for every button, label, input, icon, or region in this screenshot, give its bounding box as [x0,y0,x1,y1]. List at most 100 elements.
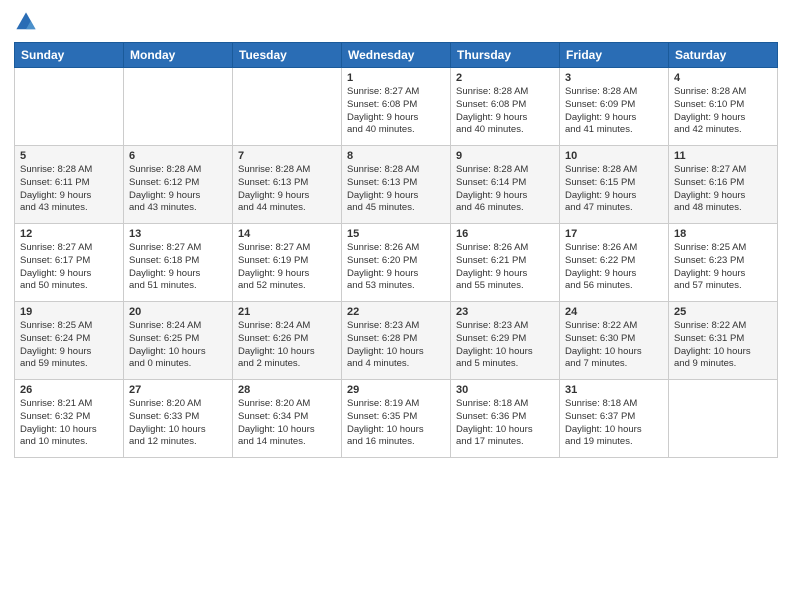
day-number: 27 [129,384,227,396]
day-info: Sunrise: 8:23 AM Sunset: 6:28 PM Dayligh… [347,320,445,371]
day-info: Sunrise: 8:25 AM Sunset: 6:24 PM Dayligh… [20,320,118,371]
day-number: 8 [347,150,445,162]
weekday-header-thursday: Thursday [451,43,560,68]
day-number: 2 [456,72,554,84]
calendar-cell: 14 Sunrise: 8:27 AM Sunset: 6:19 PM Dayli… [233,224,342,302]
calendar-cell: 10 Sunrise: 8:28 AM Sunset: 6:15 PM Dayli… [560,146,669,224]
calendar-cell: 1 Sunrise: 8:27 AM Sunset: 6:08 PM Daylig… [342,68,451,146]
calendar: SundayMondayTuesdayWednesdayThursdayFrid… [14,42,778,458]
day-info: Sunrise: 8:26 AM Sunset: 6:21 PM Dayligh… [456,242,554,293]
day-number: 21 [238,306,336,318]
calendar-cell: 15 Sunrise: 8:26 AM Sunset: 6:20 PM Dayli… [342,224,451,302]
day-number: 30 [456,384,554,396]
calendar-cell: 22 Sunrise: 8:23 AM Sunset: 6:28 PM Dayli… [342,302,451,380]
day-info: Sunrise: 8:28 AM Sunset: 6:14 PM Dayligh… [456,164,554,215]
logo-icon [14,10,38,34]
day-info: Sunrise: 8:28 AM Sunset: 6:10 PM Dayligh… [674,86,772,137]
day-number: 26 [20,384,118,396]
calendar-cell: 6Sunrise: 8:28 AM Sunset: 6:12 PM Daylig… [124,146,233,224]
calendar-cell: 20 Sunrise: 8:24 AM Sunset: 6:25 PM Dayli… [124,302,233,380]
day-info: Sunrise: 8:26 AM Sunset: 6:20 PM Dayligh… [347,242,445,293]
calendar-cell [124,68,233,146]
day-number: 20 [129,306,227,318]
calendar-cell: 5 Sunrise: 8:28 AM Sunset: 6:11 PM Daylig… [15,146,124,224]
day-info: Sunrise: 8:28 AM Sunset: 6:13 PM Dayligh… [238,164,336,215]
day-number: 1 [347,72,445,84]
calendar-cell: 9Sunrise: 8:28 AM Sunset: 6:14 PM Daylig… [451,146,560,224]
day-number: 19 [20,306,118,318]
calendar-week-4: 19 Sunrise: 8:25 AM Sunset: 6:24 PM Dayli… [15,302,778,380]
day-info: Sunrise: 8:21 AM Sunset: 6:32 PM Dayligh… [20,398,118,449]
calendar-week-5: 26 Sunrise: 8:21 AM Sunset: 6:32 PM Dayli… [15,380,778,458]
calendar-cell: 27 Sunrise: 8:20 AM Sunset: 6:33 PM Dayli… [124,380,233,458]
day-info: Sunrise: 8:23 AM Sunset: 6:29 PM Dayligh… [456,320,554,371]
day-number: 29 [347,384,445,396]
calendar-cell: 28 Sunrise: 8:20 AM Sunset: 6:34 PM Dayli… [233,380,342,458]
day-info: Sunrise: 8:20 AM Sunset: 6:33 PM Dayligh… [129,398,227,449]
day-info: Sunrise: 8:27 AM Sunset: 6:08 PM Dayligh… [347,86,445,137]
calendar-cell: 29 Sunrise: 8:19 AM Sunset: 6:35 PM Dayli… [342,380,451,458]
calendar-cell: 2 Sunrise: 8:28 AM Sunset: 6:08 PM Daylig… [451,68,560,146]
day-info: Sunrise: 8:28 AM Sunset: 6:15 PM Dayligh… [565,164,663,215]
day-number: 22 [347,306,445,318]
day-number: 16 [456,228,554,240]
weekday-header-sunday: Sunday [15,43,124,68]
day-number: 6 [129,150,227,162]
calendar-cell: 7Sunrise: 8:28 AM Sunset: 6:13 PM Daylig… [233,146,342,224]
calendar-week-3: 12 Sunrise: 8:27 AM Sunset: 6:17 PM Dayli… [15,224,778,302]
calendar-cell: 31 Sunrise: 8:18 AM Sunset: 6:37 PM Dayli… [560,380,669,458]
day-info: Sunrise: 8:22 AM Sunset: 6:31 PM Dayligh… [674,320,772,371]
day-number: 17 [565,228,663,240]
day-info: Sunrise: 8:24 AM Sunset: 6:26 PM Dayligh… [238,320,336,371]
day-number: 28 [238,384,336,396]
weekday-header-wednesday: Wednesday [342,43,451,68]
calendar-cell: 24 Sunrise: 8:22 AM Sunset: 6:30 PM Dayli… [560,302,669,380]
calendar-cell: 17Sunrise: 8:26 AM Sunset: 6:22 PM Dayli… [560,224,669,302]
calendar-cell: 18 Sunrise: 8:25 AM Sunset: 6:23 PM Dayli… [669,224,778,302]
day-number: 14 [238,228,336,240]
calendar-cell: 11 Sunrise: 8:27 AM Sunset: 6:16 PM Dayli… [669,146,778,224]
day-number: 12 [20,228,118,240]
calendar-cell: 25 Sunrise: 8:22 AM Sunset: 6:31 PM Dayli… [669,302,778,380]
day-info: Sunrise: 8:27 AM Sunset: 6:17 PM Dayligh… [20,242,118,293]
day-info: Sunrise: 8:27 AM Sunset: 6:19 PM Dayligh… [238,242,336,293]
day-info: Sunrise: 8:28 AM Sunset: 6:09 PM Dayligh… [565,86,663,137]
calendar-week-1: 1 Sunrise: 8:27 AM Sunset: 6:08 PM Daylig… [15,68,778,146]
calendar-cell [15,68,124,146]
day-number: 23 [456,306,554,318]
day-info: Sunrise: 8:28 AM Sunset: 6:08 PM Dayligh… [456,86,554,137]
calendar-cell: 16 Sunrise: 8:26 AM Sunset: 6:21 PM Dayli… [451,224,560,302]
day-info: Sunrise: 8:20 AM Sunset: 6:34 PM Dayligh… [238,398,336,449]
day-number: 11 [674,150,772,162]
calendar-cell [669,380,778,458]
day-info: Sunrise: 8:19 AM Sunset: 6:35 PM Dayligh… [347,398,445,449]
logo [14,10,42,34]
day-info: Sunrise: 8:18 AM Sunset: 6:37 PM Dayligh… [565,398,663,449]
day-number: 5 [20,150,118,162]
calendar-cell: 13Sunrise: 8:27 AM Sunset: 6:18 PM Dayli… [124,224,233,302]
calendar-cell: 19 Sunrise: 8:25 AM Sunset: 6:24 PM Dayli… [15,302,124,380]
day-info: Sunrise: 8:28 AM Sunset: 6:13 PM Dayligh… [347,164,445,215]
day-number: 15 [347,228,445,240]
day-number: 24 [565,306,663,318]
calendar-cell [233,68,342,146]
day-number: 3 [565,72,663,84]
day-info: Sunrise: 8:22 AM Sunset: 6:30 PM Dayligh… [565,320,663,371]
calendar-cell: 21 Sunrise: 8:24 AM Sunset: 6:26 PM Dayli… [233,302,342,380]
day-number: 25 [674,306,772,318]
weekday-header-monday: Monday [124,43,233,68]
calendar-cell: 4 Sunrise: 8:28 AM Sunset: 6:10 PM Daylig… [669,68,778,146]
calendar-cell: 26 Sunrise: 8:21 AM Sunset: 6:32 PM Dayli… [15,380,124,458]
day-number: 10 [565,150,663,162]
day-number: 4 [674,72,772,84]
day-info: Sunrise: 8:27 AM Sunset: 6:16 PM Dayligh… [674,164,772,215]
day-number: 31 [565,384,663,396]
page: SundayMondayTuesdayWednesdayThursdayFrid… [0,0,792,612]
day-info: Sunrise: 8:24 AM Sunset: 6:25 PM Dayligh… [129,320,227,371]
day-info: Sunrise: 8:28 AM Sunset: 6:11 PM Dayligh… [20,164,118,215]
day-info: Sunrise: 8:25 AM Sunset: 6:23 PM Dayligh… [674,242,772,293]
day-number: 18 [674,228,772,240]
calendar-cell: 30Sunrise: 8:18 AM Sunset: 6:36 PM Dayli… [451,380,560,458]
weekday-header-tuesday: Tuesday [233,43,342,68]
weekday-header-saturday: Saturday [669,43,778,68]
